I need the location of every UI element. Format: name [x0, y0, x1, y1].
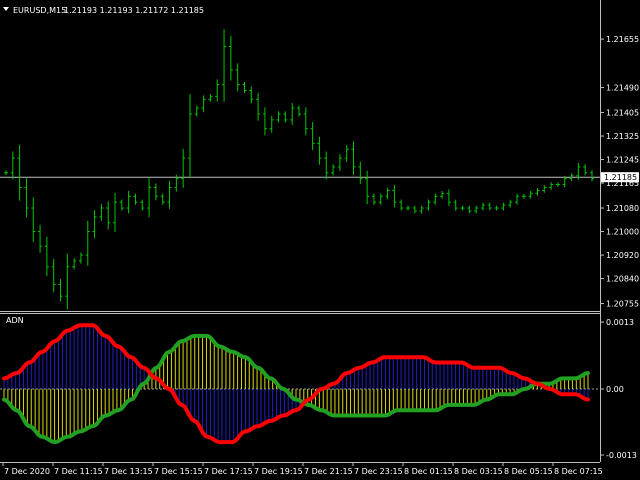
- time-tick-label: 7 Dec 11:15: [54, 467, 103, 476]
- chart-window[interactable]: EURUSD,M15 1.21193 1.21193 1.21172 1.211…: [0, 0, 640, 480]
- price-tick: 1.20755: [600, 300, 639, 309]
- price-tick-label: 1.21000: [606, 228, 639, 237]
- price-tick: 1.21655: [600, 35, 639, 44]
- time-tick-label: 8 Dec 05:15: [504, 467, 553, 476]
- price-tick: 1.21080: [600, 204, 639, 213]
- price-tick: 1.21490: [600, 84, 639, 93]
- price-tick-label: 1.21325: [606, 132, 639, 141]
- price-tick: 1.21245: [600, 156, 639, 165]
- time-tick-label: 7 Dec 23:15: [354, 467, 403, 476]
- ohlc-values: 1.21193 1.21193 1.21172 1.21185: [64, 6, 204, 15]
- price-tick-label: 1.21245: [606, 156, 639, 165]
- price-tick-label: 1.20755: [606, 300, 639, 309]
- price-tick: 1.20920: [600, 251, 639, 260]
- time-tick-label: 7 Dec 21:15: [304, 467, 353, 476]
- time-tick-label: 8 Dec 03:15: [454, 467, 503, 476]
- price-tick-label: 1.21080: [606, 204, 639, 213]
- indicator-tick: -0.0013: [600, 451, 637, 460]
- svg-text:1.21185: 1.21185: [604, 173, 637, 182]
- price-tick: 1.21405: [600, 109, 639, 118]
- price-tick: 1.20840: [600, 275, 639, 284]
- price-tick-label: 1.20920: [606, 251, 639, 260]
- price-tick-label: 1.21655: [606, 35, 639, 44]
- price-tick-label: 1.21490: [606, 84, 639, 93]
- indicator-name: ADN: [6, 316, 24, 325]
- price-tick: 1.21000: [600, 228, 639, 237]
- symbol-label: EURUSD,M15: [13, 6, 66, 15]
- price-tick-label: 1.20840: [606, 275, 639, 284]
- time-tick-label: 7 Dec 13:15: [104, 467, 153, 476]
- time-tick-label: 7 Dec 17:15: [204, 467, 253, 476]
- price-tick: 1.21325: [600, 132, 639, 141]
- current-price-badge: 1.21185: [601, 172, 639, 183]
- price-tick-label: 1.21405: [606, 109, 639, 118]
- indicator-tick-label: -0.0013: [606, 451, 637, 460]
- time-tick-label: 7 Dec 2020: [4, 467, 50, 476]
- time-tick-label: 7 Dec 19:15: [254, 467, 303, 476]
- indicator-tick-label: 0.00: [606, 385, 624, 394]
- indicator-tick-label: 0.0013: [606, 318, 634, 327]
- time-tick-label: 7 Dec 15:15: [154, 467, 203, 476]
- indicator-tick: 0.0013: [600, 318, 634, 327]
- time-tick-label: 8 Dec 01:15: [404, 467, 453, 476]
- time-tick-label: 8 Dec 07:15: [554, 467, 603, 476]
